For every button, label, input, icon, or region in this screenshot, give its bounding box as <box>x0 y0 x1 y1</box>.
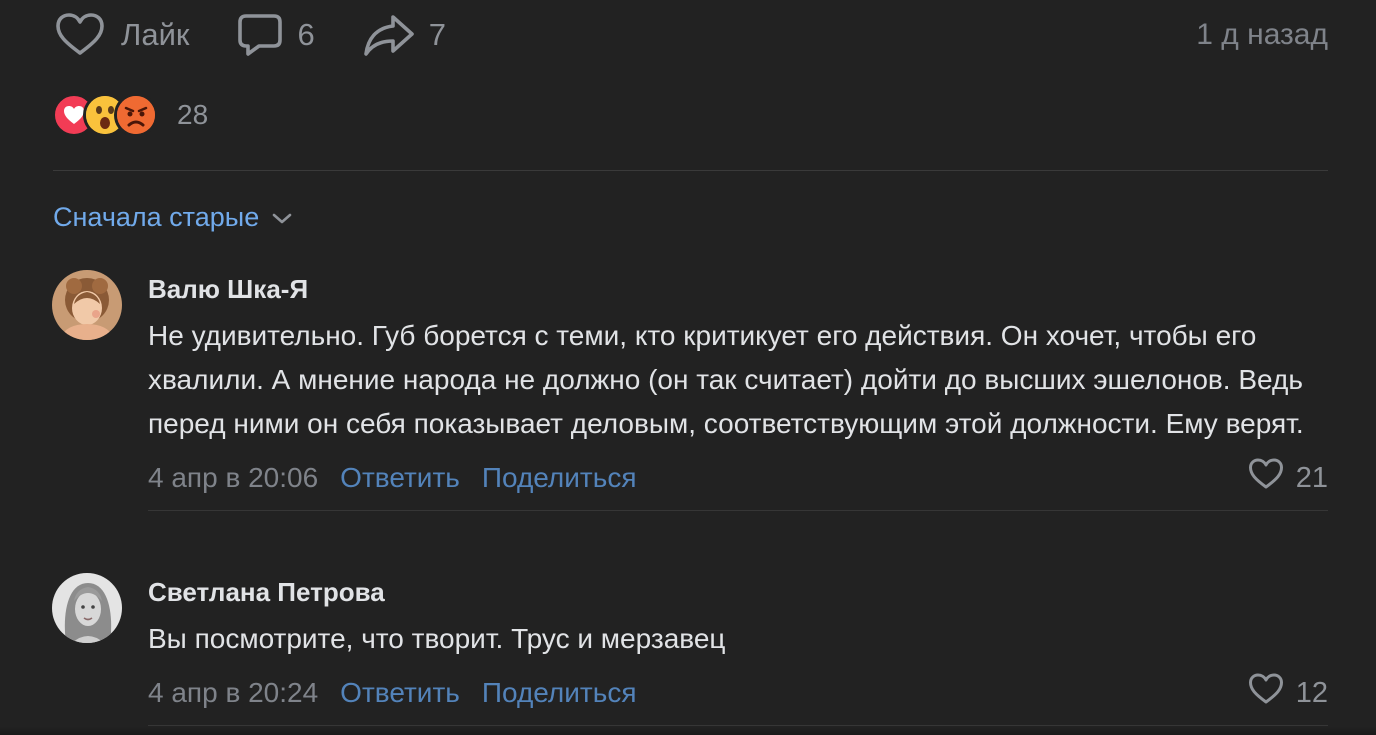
chevron-down-icon <box>259 202 293 233</box>
shares-count: 7 <box>428 17 446 52</box>
like-button[interactable]: Лайк <box>55 13 189 57</box>
avatar[interactable] <box>52 573 122 643</box>
heart-icon <box>55 13 105 57</box>
sort-label: Сначала старые <box>53 202 260 232</box>
divider <box>53 170 1328 171</box>
post-action-bar: Лайк 6 7 1 д назад <box>55 12 1328 58</box>
divider <box>148 725 1328 726</box>
comments-button[interactable]: 6 <box>237 13 315 57</box>
heart-icon <box>1248 673 1284 713</box>
comment-date[interactable]: 4 апр в 20:24 <box>148 677 318 709</box>
comment-meta: 4 апр в 20:24 Ответить Поделиться 12 <box>148 673 1328 713</box>
avatar[interactable] <box>52 270 122 340</box>
like-label: Лайк <box>121 17 190 52</box>
comment-text: Не удивительно. Губ борется с теми, кто … <box>148 320 1304 439</box>
post-time-ago: 1 д назад <box>1196 18 1328 51</box>
reactions-count: 28 <box>177 99 209 130</box>
reply-link[interactable]: Ответить <box>340 462 460 494</box>
reactions-summary[interactable]: 28 <box>52 93 209 137</box>
comment-icon <box>237 13 283 57</box>
share-link[interactable]: Поделиться <box>482 462 637 494</box>
share-button[interactable]: 7 <box>363 13 446 57</box>
comments-count: 6 <box>297 17 315 52</box>
post-comments-panel: Лайк 6 7 1 д назад 28 Сначала старые Вал… <box>0 0 1376 735</box>
comment-author[interactable]: Валю Шка-Я <box>148 274 1328 304</box>
comment-body: Валю Шка-Я Не удивительно. Губ борется с… <box>148 270 1328 511</box>
divider <box>148 510 1328 511</box>
heart-icon <box>1248 458 1284 498</box>
share-link[interactable]: Поделиться <box>482 677 637 709</box>
comment-body: Светлана Петрова Вы посмотрите, что твор… <box>148 573 1328 726</box>
comment-date[interactable]: 4 апр в 20:06 <box>148 462 318 494</box>
comment-like-button[interactable]: 21 <box>1248 458 1328 498</box>
scroll-edge <box>0 727 1376 735</box>
angry-reaction-icon <box>114 93 158 137</box>
comment-author[interactable]: Светлана Петрова <box>148 577 1328 607</box>
share-arrow-icon <box>363 13 415 57</box>
comment-like-count: 21 <box>1295 461 1328 494</box>
comment-text: Вы посмотрите, что творит. Трус и мерзав… <box>148 623 726 654</box>
comment-like-count: 12 <box>1295 676 1328 709</box>
comment-meta: 4 апр в 20:06 Ответить Поделиться 21 <box>148 458 1328 498</box>
comment-like-button[interactable]: 12 <box>1248 673 1328 713</box>
comments-sort-dropdown[interactable]: Сначала старые <box>53 202 293 233</box>
reply-link[interactable]: Ответить <box>340 677 460 709</box>
